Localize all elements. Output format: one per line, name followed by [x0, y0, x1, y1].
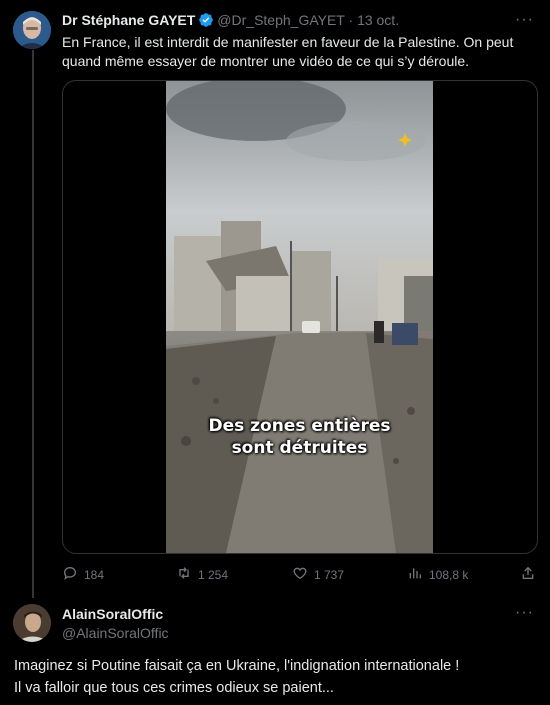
- video-player[interactable]: Des zones entières sont détruites: [166, 81, 433, 553]
- avatar[interactable]: [13, 11, 51, 49]
- share-button[interactable]: [520, 565, 536, 584]
- more-icon[interactable]: ···: [515, 604, 534, 622]
- share-icon: [520, 565, 536, 584]
- separator-dot: ·: [348, 12, 354, 28]
- action-bar: 184 1 254 1 737 108,8 k: [62, 565, 536, 585]
- user-handle[interactable]: @AlainSoralOffic: [62, 625, 169, 641]
- tweet-text: Imaginez si Poutine faisait ça en Ukrain…: [14, 655, 539, 699]
- repost-count: 1 254: [198, 567, 229, 582]
- like-icon: [292, 565, 308, 584]
- reply-count: 184: [84, 567, 105, 582]
- video-caption-line1: Des zones entières: [208, 416, 391, 436]
- tweet-text-line2: Il va falloir que tous ces crimes odieux…: [14, 680, 334, 696]
- avatar[interactable]: [13, 604, 51, 642]
- tweet-text-line1: Imaginez si Poutine faisait ça en Ukrain…: [14, 658, 460, 674]
- tweet-text: En France, il est interdit de manifester…: [62, 34, 514, 69]
- like-button[interactable]: 1 737: [292, 565, 344, 584]
- views-icon: [407, 565, 423, 584]
- video-container[interactable]: Des zones entières sont détruites: [62, 80, 538, 554]
- repost-icon: [176, 565, 192, 584]
- reply-button[interactable]: 184: [62, 565, 104, 584]
- views-count: 108,8 k: [429, 567, 469, 582]
- more-icon[interactable]: ···: [515, 11, 534, 29]
- views-button[interactable]: 108,8 k: [407, 565, 468, 584]
- user-handle[interactable]: @Dr_Steph_GAYET: [217, 12, 344, 28]
- thread-line: [32, 50, 34, 598]
- repost-button[interactable]: 1 254: [176, 565, 228, 584]
- tweet-header: Dr Stéphane GAYET @Dr_Steph_GAYET · 13 oc…: [62, 12, 399, 31]
- video-caption-line2: sont détruites: [231, 438, 368, 458]
- like-count: 1 737: [314, 567, 345, 582]
- verified-icon: [198, 12, 214, 31]
- reply-icon: [62, 565, 78, 584]
- timestamp[interactable]: 13 oct.: [357, 12, 399, 28]
- display-name[interactable]: AlainSoralOffic: [62, 606, 169, 622]
- video-frame-image: [166, 81, 433, 553]
- tweet-header: AlainSoralOffic @AlainSoralOffic: [62, 606, 169, 641]
- display-name[interactable]: Dr Stéphane GAYET: [62, 12, 195, 28]
